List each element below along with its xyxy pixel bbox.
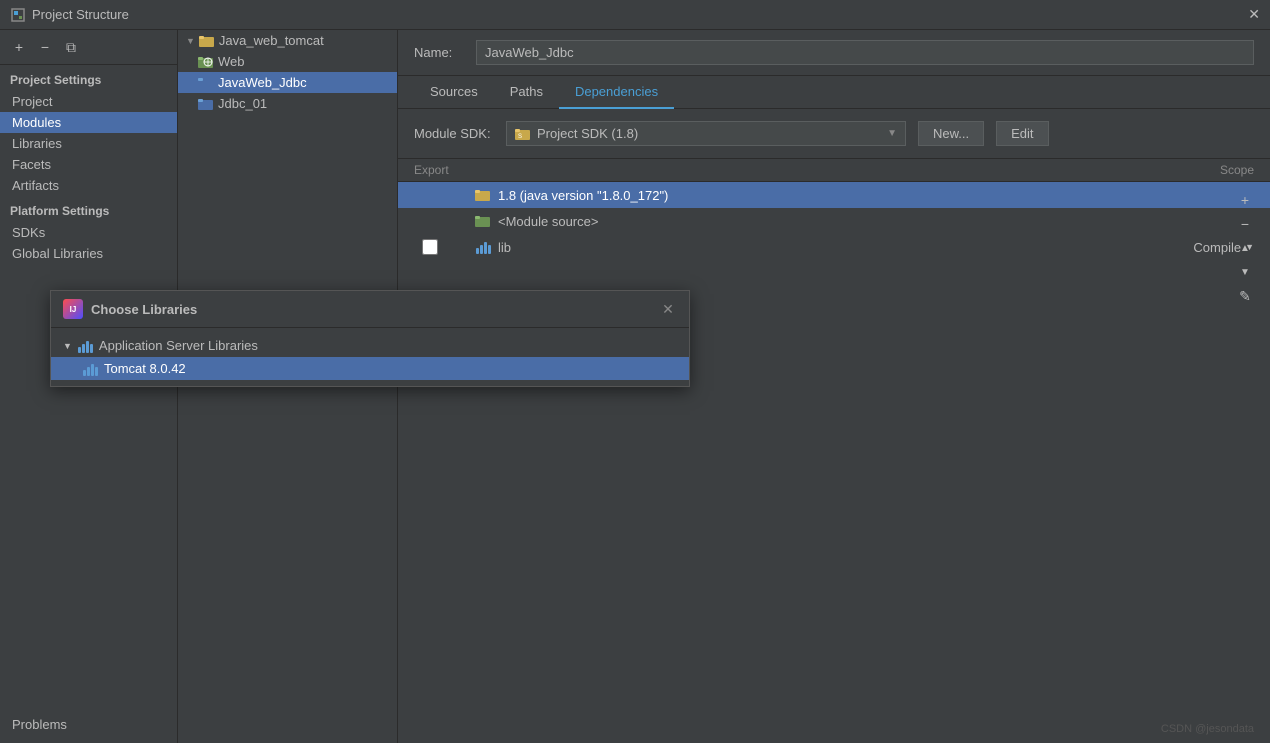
tab-dependencies[interactable]: Dependencies — [559, 76, 674, 109]
watermark: CSDN @jesondata — [1161, 723, 1254, 735]
sidebar-item-label: Libraries — [12, 136, 62, 151]
choose-libraries-popup: IJ Choose Libraries ✕ ▼ Applic — [398, 290, 690, 387]
export-column-header: Export — [414, 163, 474, 177]
tree-item-label: JavaWeb_Jdbc — [218, 75, 307, 90]
sidebar-item-facets[interactable]: Facets — [0, 154, 177, 175]
tree-item-javaweb-jdbc[interactable]: JavaWeb_Jdbc — [178, 72, 397, 93]
sidebar-item-label: Artifacts — [12, 178, 59, 193]
popup-header: IJ Choose Libraries ✕ — [398, 291, 689, 328]
popup-item-tomcat[interactable]: Tomcat 8.0.42 — [398, 357, 689, 380]
app-icon — [10, 7, 26, 23]
tree-item-label: Jdbc_01 — [218, 96, 267, 111]
sidebar-item-label: Project — [12, 94, 52, 109]
popup-group-app-server-libs[interactable]: ▼ Application Server Libraries — [398, 334, 689, 357]
name-label: Name: — [414, 45, 464, 60]
edit-sdk-button[interactable]: Edit — [996, 121, 1048, 146]
edit-dep-button[interactable]: ✎ — [1234, 285, 1256, 307]
move-up-dep-button[interactable]: ▲ — [1234, 237, 1256, 259]
svg-text:S: S — [518, 134, 522, 140]
dependencies-table: Export Scope 1.8 (java version "1.8.0_17… — [398, 159, 1270, 743]
sidebar-item-label: SDKs — [12, 225, 45, 240]
dependency-name: <Module source> — [498, 214, 1154, 229]
lib-icon — [474, 238, 492, 256]
dependency-name: 1.8 (java version "1.8.0_172") — [498, 188, 1154, 203]
name-bar: Name: — [398, 30, 1270, 76]
module-sdk-row: Module SDK: S Project SDK (1.8) ▼ New...… — [398, 109, 1270, 159]
tab-paths[interactable]: Paths — [494, 76, 559, 109]
sdk-dropdown[interactable]: S Project SDK (1.8) ▼ — [506, 121, 906, 146]
chevron-down-icon: ▼ — [887, 128, 897, 139]
sidebar-item-sdks[interactable]: SDKs — [0, 222, 177, 243]
expand-arrow: ▼ — [186, 36, 195, 46]
dependency-row-module-source[interactable]: <Module source> — [398, 208, 1270, 234]
dependency-row-jdk[interactable]: 1.8 (java version "1.8.0_172") — [398, 182, 1270, 208]
close-button[interactable]: ✕ — [1248, 6, 1260, 23]
move-down-dep-button[interactable]: ▼ — [1234, 261, 1256, 283]
source-folder-icon — [474, 212, 492, 230]
sidebar-item-artifacts[interactable]: Artifacts — [0, 175, 177, 196]
deps-table-header: Export Scope — [398, 159, 1270, 182]
sidebar-item-label: Global Libraries — [12, 246, 103, 261]
copy-module-button[interactable]: ⧉ — [60, 36, 82, 58]
sidebar-item-label: Problems — [12, 717, 67, 732]
sidebar-toolbar: + − ⧉ — [0, 30, 177, 65]
tree-item-label: Web — [218, 54, 245, 69]
sdk-value: Project SDK (1.8) — [537, 126, 638, 141]
dependency-row-lib[interactable]: lib Compile ▼ — [398, 234, 1270, 260]
tree-item-jdbc-01[interactable]: Jdbc_01 — [178, 93, 397, 114]
dependency-name: lib — [498, 240, 1154, 255]
add-dep-button[interactable]: + — [1234, 189, 1256, 211]
sdk-folder-icon — [474, 186, 492, 204]
remove-dep-button[interactable]: − — [1234, 213, 1256, 235]
title-bar: Project Structure ✕ — [0, 0, 1270, 30]
module-folder-icon — [198, 97, 214, 111]
main-content: Name: Sources Paths Dependencies Module … — [398, 30, 1270, 743]
tree-item-label: Java_web_tomcat — [219, 33, 324, 48]
sidebar-item-problems[interactable]: Problems — [0, 714, 177, 735]
module-sdk-label: Module SDK: — [414, 126, 494, 141]
platform-settings-header: Platform Settings — [0, 196, 177, 222]
module-folder-icon — [198, 76, 214, 90]
popup-body: ▼ Application Server Libraries — [398, 328, 689, 386]
sidebar-item-global-libraries[interactable]: Global Libraries — [0, 243, 177, 264]
sdk-folder-icon: S — [515, 127, 531, 141]
folder-icon — [199, 34, 215, 48]
sidebar-item-modules[interactable]: Modules — [0, 112, 177, 133]
name-column-header — [474, 163, 1154, 177]
dep-actions: + − ▲ ▼ ✎ — [1234, 189, 1256, 307]
sidebar-item-libraries[interactable]: Libraries — [0, 133, 177, 154]
popup-title: Choose Libraries — [398, 302, 651, 317]
tree-item-java-web-tomcat[interactable]: ▼ Java_web_tomcat — [178, 30, 397, 51]
name-input[interactable] — [476, 40, 1254, 65]
add-module-button[interactable]: + — [8, 36, 30, 58]
sidebar-item-label: Modules — [12, 115, 61, 130]
new-sdk-button[interactable]: New... — [918, 121, 984, 146]
tab-sources[interactable]: Sources — [414, 76, 494, 109]
web-folder-icon — [198, 55, 214, 69]
scope-column-header: Scope — [1154, 163, 1254, 177]
window-title: Project Structure — [32, 7, 1248, 22]
remove-module-button[interactable]: − — [34, 36, 56, 58]
dependency-tabs: Sources Paths Dependencies — [398, 76, 1270, 109]
dependency-export-checkbox[interactable] — [422, 239, 438, 255]
sidebar-item-project[interactable]: Project — [0, 91, 177, 112]
project-settings-header: Project Settings — [0, 65, 177, 91]
tree-item-web[interactable]: Web — [178, 51, 397, 72]
popup-close-button[interactable]: ✕ — [659, 300, 677, 318]
sidebar-item-label: Facets — [12, 157, 51, 172]
